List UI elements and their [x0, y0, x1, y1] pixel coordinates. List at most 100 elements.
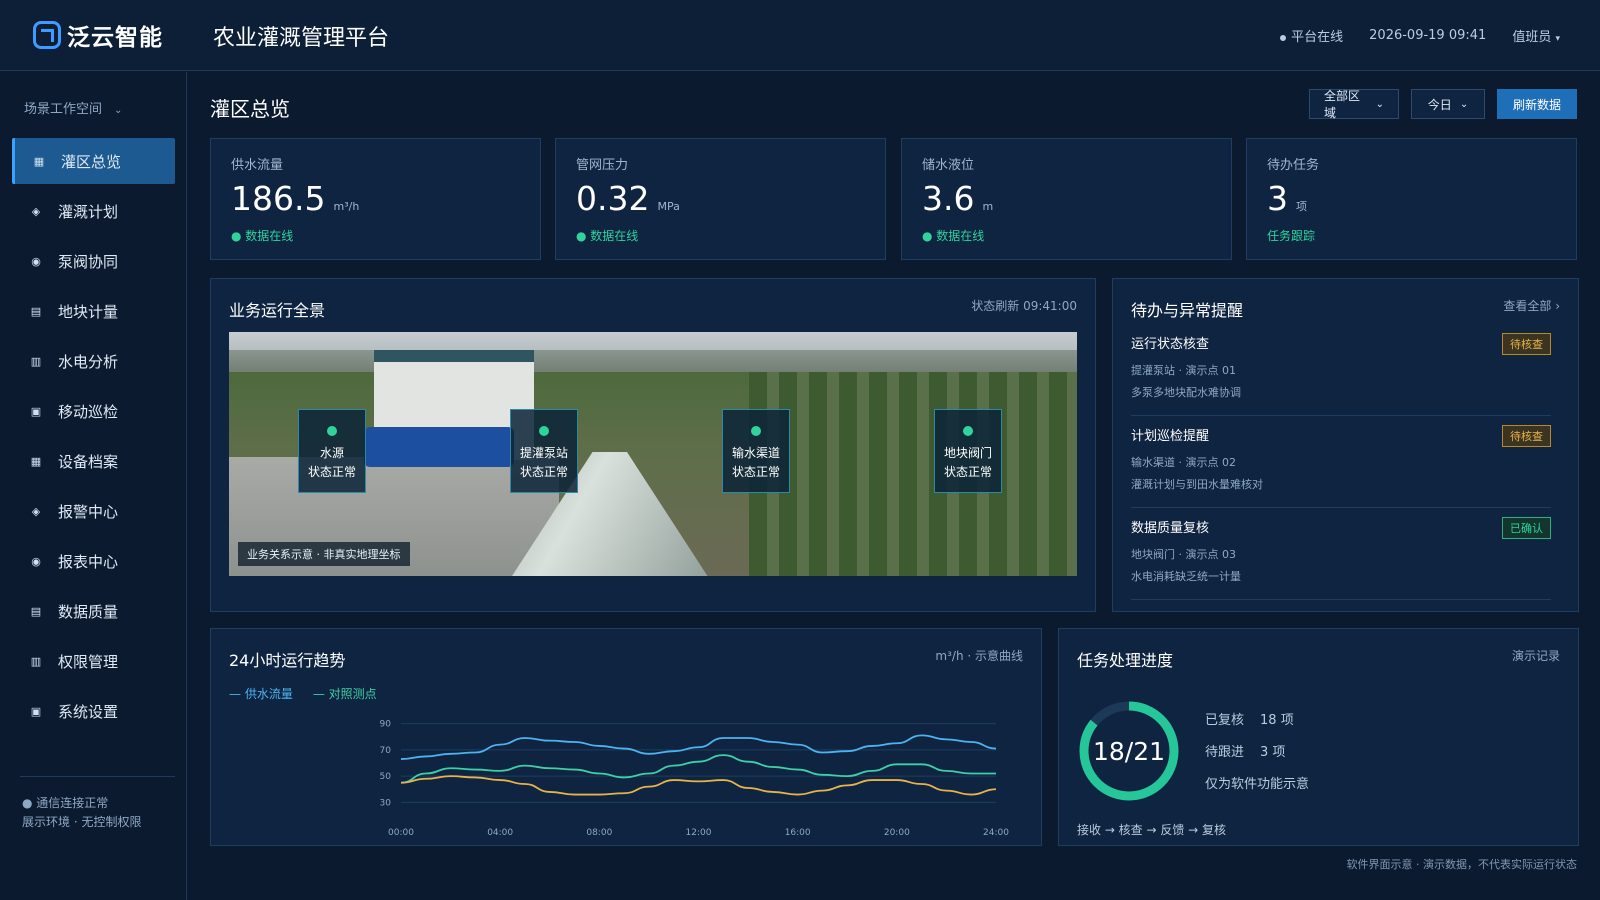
- kpi-card: 供水流量 186.5 m³/h ● 数据在线: [210, 138, 541, 260]
- kpi-status: ● 数据在线: [922, 229, 985, 243]
- node-name: 输水渠道: [731, 446, 780, 460]
- stat-reviewed: 已复核 18 项: [1205, 709, 1294, 728]
- scene-caption: 业务关系示意 · 非真实地理坐标: [238, 542, 410, 566]
- kpi-unit: m³/h: [333, 200, 360, 213]
- sidebar-item-label: 灌溉计划: [58, 202, 119, 221]
- alert-title: 运行状态核查: [1131, 337, 1210, 352]
- datetime: 2026-09-19 09:41: [1369, 28, 1487, 43]
- sidebar-item-label: 水电分析: [58, 352, 119, 371]
- sidebar-nav: ▦ 灌区总览 ◈ 灌溉计划 ◉ 泵阀协同 ▤ 地块计量 ▥ 水电分析 ▣ 移动巡检 ▦ 设备档案 ◈ 报警中心…: [12, 138, 175, 738]
- chevron-down-icon: ⌄: [114, 105, 123, 116]
- sidebar-item-2[interactable]: ◉ 泵阀协同: [12, 238, 175, 284]
- sidebar-item-7[interactable]: ◈ 报警中心: [12, 488, 175, 534]
- kpi-label: 管网压力: [576, 158, 629, 173]
- kpi-value: 3: [1267, 179, 1288, 218]
- sidebar-item-0[interactable]: ▦ 灌区总览: [12, 138, 175, 184]
- status-dot-icon: [751, 426, 761, 436]
- square-icon: ▣: [30, 404, 42, 418]
- columns-icon: ▥: [30, 654, 42, 668]
- status-badge: 已确认: [1502, 517, 1551, 539]
- list-icon: ▤: [30, 604, 42, 618]
- sidebar-item-label: 权限管理: [58, 652, 119, 671]
- sidebar-item-10[interactable]: ▥ 权限管理: [12, 638, 175, 684]
- alert-location: 地块阀门 · 演示点 03: [1131, 548, 1236, 561]
- status-badge: 待核查: [1502, 333, 1551, 355]
- node-status: 状态正常: [519, 465, 568, 479]
- sidebar-item-6[interactable]: ▦ 设备档案: [12, 438, 175, 484]
- time-select-value: 今日: [1427, 97, 1452, 112]
- sidebar-item-5[interactable]: ▣ 移动巡检: [12, 388, 175, 434]
- divider: [20, 776, 175, 777]
- alert-item[interactable]: 计划巡检提醒 输水渠道 · 演示点 02 灌溉计划与到田水量难核对 待核查: [1131, 425, 1551, 496]
- platform-status-text: 平台在线: [1291, 30, 1344, 45]
- overview-panel: 业务运行全景 状态刷新 09:41:00 水源 状态正常 提灌泵站 状态正常 输水渠道状…: [210, 278, 1096, 612]
- platform-status: 平台在线: [1280, 26, 1343, 45]
- alert-description: 水电消耗缺乏统一计量: [1131, 570, 1241, 583]
- y-tick-label: 90: [380, 720, 392, 730]
- alert-location: 提灌泵站 · 演示点 01: [1131, 364, 1236, 377]
- node-status: 状态正常: [943, 465, 992, 479]
- sidebar-item-9[interactable]: ▤ 数据质量: [12, 588, 175, 634]
- trend-panel: 24小时运行趋势 m³/h · 示意曲线 — 供水流量 — 对照测点 30 50 7…: [210, 628, 1042, 846]
- progress-text: 18/21: [1092, 736, 1166, 766]
- y-tick-label: 50: [380, 772, 392, 782]
- status-dot-icon: [963, 426, 973, 436]
- header-right: 平台在线 2026-09-19 09:41 值班员 ▾: [1280, 26, 1560, 45]
- scene-node[interactable]: 地块阀门 状态正常: [934, 409, 1002, 493]
- kpi-value-wrap: 3.6 m: [922, 179, 993, 218]
- status-dot-icon: [1280, 34, 1287, 41]
- node-status: 状态正常: [307, 465, 356, 479]
- task-panel: 任务处理进度 演示记录 18/21 已复核 18 项 待跟进 3 项 仅为软件功能示…: [1058, 628, 1579, 846]
- kpi-unit: m: [982, 200, 994, 213]
- divider: [1131, 599, 1551, 600]
- sidebar-item-4[interactable]: ▥ 水电分析: [12, 338, 175, 384]
- x-tick-label: 24:00: [983, 828, 1009, 838]
- stat-reviewed-label: 已复核: [1205, 713, 1245, 728]
- toolbar: 全部区域 ⌄ 今日 ⌄ 刷新数据: [1309, 89, 1577, 120]
- region-select[interactable]: 全部区域 ⌄: [1309, 89, 1399, 120]
- sidebar-item-label: 报警中心: [58, 502, 119, 521]
- refresh-button[interactable]: 刷新数据: [1497, 89, 1577, 119]
- stat-pending-value: 3 项: [1260, 745, 1286, 760]
- sidebar-item-11[interactable]: ▣ 系统设置: [12, 688, 175, 734]
- node-status: 状态正常: [731, 465, 780, 479]
- alerts-title: 待办与异常提醒: [1131, 301, 1244, 320]
- alert-description: 多泵多地块配水难协调: [1131, 386, 1241, 399]
- y-tick-label: 30: [380, 798, 392, 808]
- view-all-link[interactable]: 查看全部 ›: [1503, 297, 1560, 314]
- kpi-card: 待办任务 3 项任务跟踪: [1246, 138, 1577, 260]
- kpi-value-wrap: 3项: [1267, 179, 1307, 218]
- scene-node[interactable]: 输水渠道 状态正常: [722, 409, 790, 493]
- kpi-status: 任务跟踪: [1267, 229, 1316, 243]
- sidebar-item-3[interactable]: ▤ 地块计量: [12, 288, 175, 334]
- alert-item[interactable]: 数据质量复核 地块阀门 · 演示点 03 水电消耗缺乏统一计量 已确认: [1131, 517, 1551, 588]
- alerts-panel: 待办与异常提醒 查看全部 › 运行状态核查提灌泵站 · 演示点 01 多泵多地块配…: [1112, 278, 1579, 612]
- chart-legend: — 供水流量 — 对照测点: [229, 685, 377, 702]
- sidebar-item-1[interactable]: ◈ 灌溉计划: [12, 188, 175, 234]
- time-select[interactable]: 今日 ⌄: [1411, 89, 1485, 119]
- environment-note: 展示环境 · 无控制权限: [22, 815, 142, 829]
- logo-icon: [33, 21, 61, 49]
- sidebar: 场景工作空间 ⌄ ▦ 灌区总览 ◈ 灌溉计划 ◉ 泵阀协同 ▤ 地块计量 ▥ 水电分析 ▣ 移动巡检 ▦ 设…: [0, 72, 187, 900]
- connection-status-text: 通信连接正常: [36, 796, 109, 810]
- scene-node[interactable]: 提灌泵站 状态正常: [510, 409, 578, 493]
- alert-location: 输水渠道 · 演示点 02: [1131, 456, 1236, 469]
- scene-node[interactable]: 水源 状态正常: [298, 409, 366, 493]
- user-menu[interactable]: 值班员 ▾: [1512, 26, 1560, 45]
- columns-icon: ▥: [30, 354, 42, 368]
- x-tick-label: 16:00: [785, 828, 811, 838]
- series-line-2: [400, 775, 997, 796]
- workspace-selector[interactable]: 场景工作空间 ⌄: [24, 98, 122, 117]
- brand-logo: 泛云智能: [33, 18, 163, 52]
- overview-title: 业务运行全景: [229, 301, 326, 320]
- chevron-down-icon: ▾: [1555, 34, 1560, 44]
- status-dot-icon: [539, 426, 549, 436]
- overview-refresh-time: 状态刷新 09:41:00: [971, 299, 1077, 313]
- alert-item[interactable]: 运行状态核查提灌泵站 · 演示点 01 多泵多地块配水难协调 待核查: [1131, 333, 1551, 404]
- kpi-value: 0.32: [576, 179, 650, 218]
- sidebar-item-label: 系统设置: [58, 702, 119, 721]
- sidebar-item-label: 地块计量: [58, 302, 119, 321]
- sidebar-item-8[interactable]: ◉ 报表中心: [12, 538, 175, 584]
- grid-icon: ▦: [30, 454, 42, 468]
- node-name: 水源: [319, 446, 344, 460]
